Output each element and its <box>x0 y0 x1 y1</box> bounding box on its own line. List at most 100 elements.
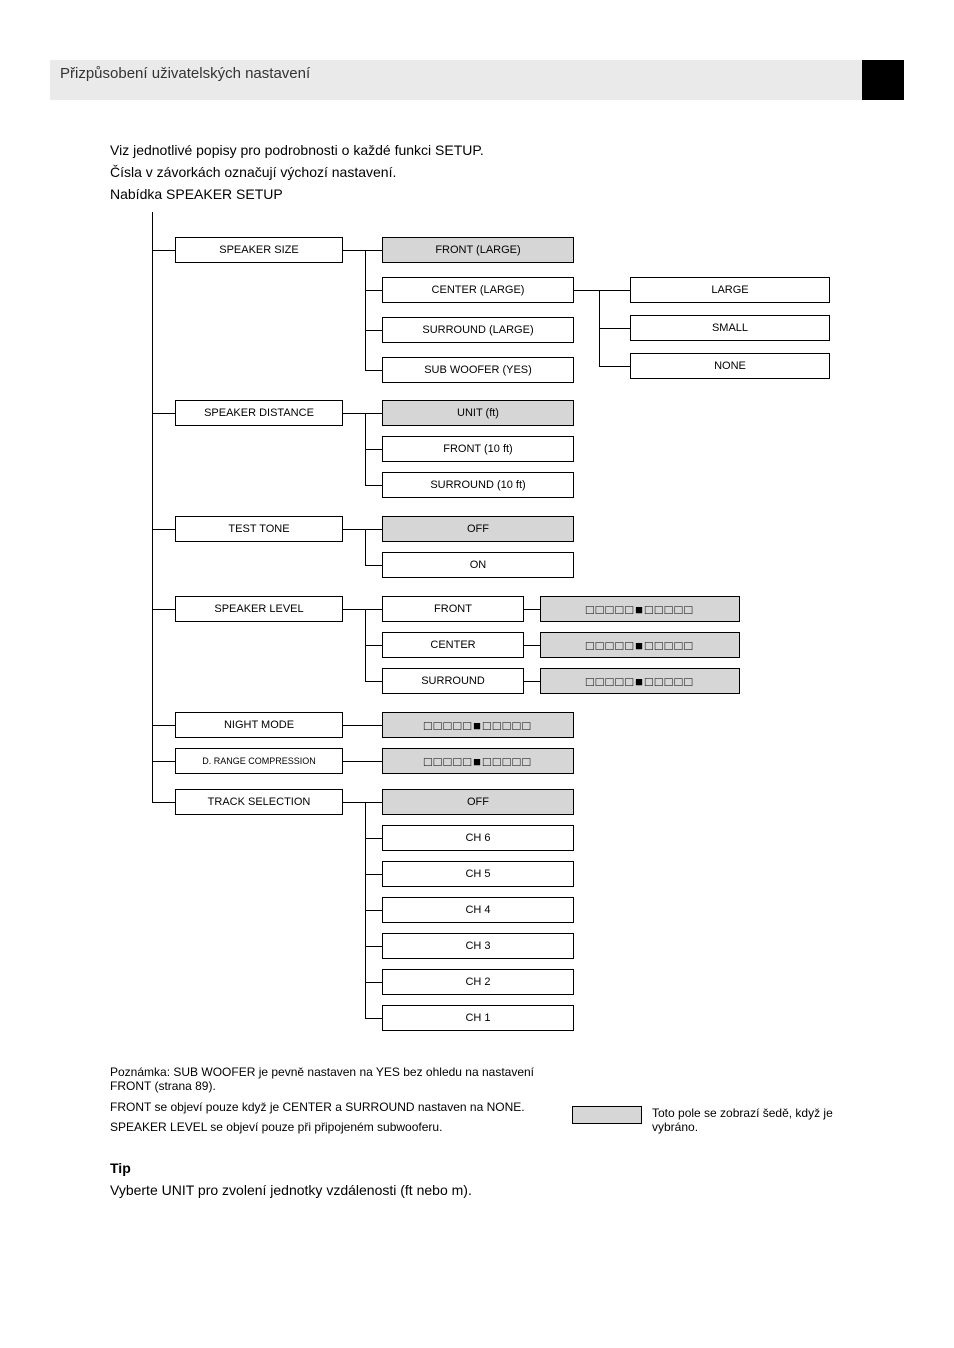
item-test-off[interactable]: OFF <box>382 516 574 542</box>
conn <box>343 250 365 251</box>
footnote-2: FRONT se objeví pouze když je CENTER a S… <box>110 1100 540 1114</box>
item-front-large[interactable]: FRONT (LARGE) <box>382 237 574 263</box>
item-level-front[interactable]: FRONT <box>382 596 524 622</box>
label: OFF <box>467 796 489 808</box>
label: TRACK SELECTION <box>208 796 311 808</box>
label: FRONT (10 ft) <box>443 443 512 455</box>
item-center-large[interactable]: CENTER (LARGE) <box>382 277 574 303</box>
conn <box>599 290 630 291</box>
item-track-1[interactable]: CH 1 <box>382 1005 574 1031</box>
item-track-5[interactable]: CH 5 <box>382 861 574 887</box>
label: CENTER (LARGE) <box>432 284 525 296</box>
label: CH 6 <box>465 832 490 844</box>
item-night-mode[interactable]: NIGHT MODE <box>175 712 343 738</box>
item-large[interactable]: LARGE <box>630 277 830 303</box>
conn <box>365 413 382 414</box>
slider-glyph: □□□□□■□□□□□ <box>424 754 532 769</box>
item-level-surround[interactable]: SURROUND <box>382 668 524 694</box>
label: CH 2 <box>465 976 490 988</box>
item-test-tone[interactable]: TEST TONE <box>175 516 343 542</box>
label: SPEAKER SIZE <box>219 244 298 256</box>
conn <box>152 250 175 251</box>
label: TEST TONE <box>228 523 289 535</box>
page: Přizpůsobení uživatelských nastavení Viz… <box>0 0 954 1348</box>
label: D. RANGE COMPRESSION <box>202 756 316 766</box>
item-none[interactable]: NONE <box>630 353 830 379</box>
conn <box>365 802 382 803</box>
item-small[interactable]: SMALL <box>630 315 830 341</box>
item-track-4[interactable]: CH 4 <box>382 897 574 923</box>
label: SURROUND (10 ft) <box>430 479 525 491</box>
conn <box>365 370 382 371</box>
label: SPEAKER LEVEL <box>214 603 303 615</box>
label: SURROUND <box>421 675 485 687</box>
label: FRONT <box>434 603 472 615</box>
item-subwoofer-yes[interactable]: SUB WOOFER (YES) <box>382 357 574 383</box>
conn <box>152 761 175 762</box>
item-test-on[interactable]: ON <box>382 552 574 578</box>
slider-center[interactable]: □□□□□■□□□□□ <box>540 632 740 658</box>
intro-line-1: Viz jednotlivé popisy pro podrobnosti o … <box>110 140 484 161</box>
conn <box>365 250 382 251</box>
conn <box>574 290 599 291</box>
label: CH 3 <box>465 940 490 952</box>
item-track-3[interactable]: CH 3 <box>382 933 574 959</box>
item-track-selection[interactable]: TRACK SELECTION <box>175 789 343 815</box>
label: SUB WOOFER (YES) <box>424 364 532 376</box>
item-speaker-distance[interactable]: SPEAKER DISTANCE <box>175 400 343 426</box>
slider-glyph: □□□□□■□□□□□ <box>586 602 694 617</box>
slider-night[interactable]: □□□□□■□□□□□ <box>382 712 574 738</box>
label: CH 4 <box>465 904 490 916</box>
item-track-2[interactable]: CH 2 <box>382 969 574 995</box>
intro-line-3: Nabídka SPEAKER SETUP <box>110 184 283 205</box>
item-track-6[interactable]: CH 6 <box>382 825 574 851</box>
conn <box>365 330 382 331</box>
conn <box>365 529 382 530</box>
label: SURROUND (LARGE) <box>422 324 533 336</box>
label: CENTER <box>430 639 475 651</box>
conn <box>365 681 382 682</box>
tip-title: Tip <box>110 1160 131 1176</box>
slider-glyph: □□□□□■□□□□□ <box>586 674 694 689</box>
slider-front[interactable]: □□□□□■□□□□□ <box>540 596 740 622</box>
item-speaker-level[interactable]: SPEAKER LEVEL <box>175 596 343 622</box>
conn <box>599 366 630 367</box>
conn <box>152 609 175 610</box>
label: NIGHT MODE <box>224 719 294 731</box>
conn <box>365 946 382 947</box>
intro-line-2: Čísla v závorkách označují výchozí nasta… <box>110 162 396 183</box>
item-speaker-size[interactable]: SPEAKER SIZE <box>175 237 343 263</box>
legend-swatch <box>572 1106 642 1124</box>
label: FRONT (LARGE) <box>435 244 520 256</box>
item-dist-surround[interactable]: SURROUND (10 ft) <box>382 472 574 498</box>
label: UNIT (ft) <box>457 407 499 419</box>
footnote-3: SPEAKER LEVEL se objeví pouze při připoj… <box>110 1120 540 1134</box>
slider-glyph: □□□□□■□□□□□ <box>586 638 694 653</box>
conn <box>599 328 630 329</box>
conn <box>365 485 382 486</box>
conn <box>343 761 382 762</box>
item-dist-front[interactable]: FRONT (10 ft) <box>382 436 574 462</box>
conn <box>365 290 382 291</box>
conn <box>152 802 175 803</box>
label: LARGE <box>711 284 748 296</box>
item-drc[interactable]: D. RANGE COMPRESSION <box>175 748 343 774</box>
conn <box>365 565 382 566</box>
conn <box>365 645 382 646</box>
conn <box>524 609 540 610</box>
conn <box>365 250 366 370</box>
label: ON <box>470 559 487 571</box>
slider-surround[interactable]: □□□□□■□□□□□ <box>540 668 740 694</box>
conn <box>343 529 365 530</box>
item-unit-ft[interactable]: UNIT (ft) <box>382 400 574 426</box>
conn <box>365 982 382 983</box>
item-level-center[interactable]: CENTER <box>382 632 524 658</box>
conn <box>365 874 382 875</box>
header-black-tab <box>862 60 904 100</box>
conn <box>365 838 382 839</box>
trunk-line <box>152 212 153 802</box>
item-surround-large[interactable]: SURROUND (LARGE) <box>382 317 574 343</box>
label: NONE <box>714 360 746 372</box>
slider-drc[interactable]: □□□□□■□□□□□ <box>382 748 574 774</box>
item-track-off[interactable]: OFF <box>382 789 574 815</box>
